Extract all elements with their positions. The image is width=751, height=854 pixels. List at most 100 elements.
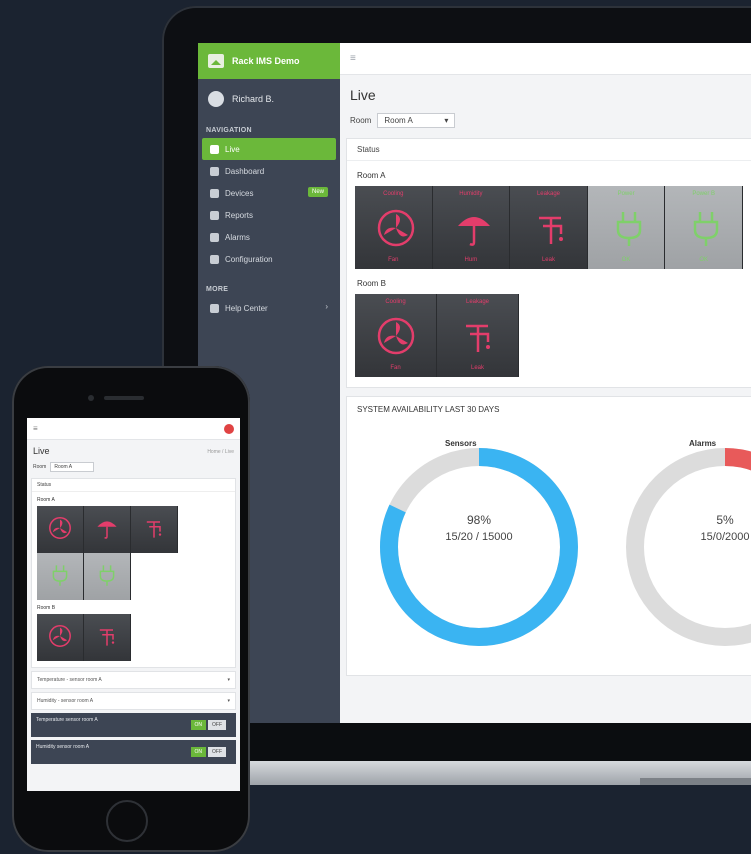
menu-toggle-icon[interactable]: ≡ (350, 53, 356, 64)
room-select-value: Room A (384, 116, 413, 125)
phone-filter-label: Room (33, 464, 47, 470)
tile-caption: OK (621, 257, 631, 263)
gear-icon (210, 254, 219, 264)
status-tile[interactable]: Cooling Fan (355, 186, 433, 269)
status-tile[interactable]: Power OK (587, 186, 666, 269)
phone-camera (88, 395, 94, 401)
top-bar: ≡ (340, 43, 751, 75)
sidebar-item-configuration[interactable]: Configuration (202, 248, 336, 270)
user-name: Richard B. (232, 94, 275, 104)
donut-track (626, 448, 751, 646)
donut-charts (380, 448, 751, 646)
status-tile[interactable]: Cooling Fan (355, 294, 437, 377)
phone-home-button (106, 800, 148, 842)
sidebar-item-devices[interactable]: Devices New (202, 182, 336, 204)
filter-label: Room (350, 116, 372, 125)
sidebar-item-alarms[interactable]: Alarms (202, 226, 336, 248)
sensor-toggle[interactable]: ON OFF (190, 747, 226, 757)
toggle-on[interactable]: ON (190, 747, 206, 757)
phone-status-card: Status Room A Room B (31, 478, 236, 668)
main-content: ≡ Live Room Room A ▾ Status Room A Cooli… (340, 43, 751, 723)
sidebar-item-label: Alarms (225, 232, 250, 242)
status-tile[interactable] (37, 553, 84, 600)
tile-caption: OK (699, 257, 708, 263)
status-tile[interactable] (84, 614, 131, 661)
toggle-on[interactable]: ON (190, 720, 206, 730)
tile-label: Humidity (459, 191, 483, 197)
toggle-off[interactable]: OFF (208, 747, 226, 757)
tile-label: Power (617, 191, 635, 197)
sidebar-item-reports[interactable]: Reports (202, 204, 336, 226)
list-row-label: Humidity - sensor room A (37, 698, 94, 704)
status-tile[interactable]: Leakage Leak (510, 186, 588, 269)
sidebar-item-label: Dashboard (225, 166, 265, 176)
availability-header: SYSTEM AVAILABILITY LAST 30 DAYS (357, 405, 500, 414)
phone-sensor-row: Humidity sensor room A ON OFF (31, 740, 236, 764)
status-tile[interactable]: Humidity Hum (432, 186, 511, 269)
tile-caption: Leak (541, 257, 555, 263)
phone-list-row[interactable]: Humidity - sensor room A ▾ (31, 692, 236, 710)
brand-bar[interactable]: Rack IMS Demo (198, 43, 340, 79)
sensor-toggle[interactable]: ON OFF (190, 720, 226, 730)
tile-label: Leakage (465, 299, 490, 305)
room-select[interactable]: Room A ▾ (377, 113, 456, 128)
devices-icon (210, 188, 219, 198)
laptop-screen: Rack IMS Demo Richard B. NAVIGATION Live… (198, 43, 751, 723)
bell-icon (210, 232, 219, 242)
sidebar-item-label: Configuration (225, 254, 273, 264)
sidebar-item-label: Help Center (225, 303, 268, 313)
page-title: Live (350, 87, 376, 103)
status-card-header: Status (347, 139, 751, 161)
group-title-room-a: Room A (357, 171, 386, 180)
donut-value-alarms: 5% (716, 513, 734, 527)
donut-sensors (380, 448, 578, 646)
availability-card: SYSTEM AVAILABILITY LAST 30 DAYS Sensors… (346, 396, 751, 676)
status-tile[interactable] (37, 506, 84, 553)
menu-icon[interactable]: ≡ (33, 424, 38, 433)
phone-screen: ≡ Live Home / Live Room Room A Status Ro… (27, 418, 240, 791)
sidebar-item-dashboard[interactable]: Dashboard (202, 160, 336, 182)
phone-tile-row-3 (32, 614, 235, 667)
status-tile[interactable] (84, 553, 131, 600)
phone-room-filter: Room Room A (27, 460, 240, 474)
chevron-down-icon: ▾ (444, 116, 449, 125)
room-filter: Room Room A ▾ (340, 109, 751, 132)
laptop-bezel (198, 723, 751, 761)
sidebar-item-live[interactable]: Live (202, 138, 336, 160)
status-tile[interactable] (84, 506, 131, 553)
status-tile[interactable] (37, 614, 84, 661)
phone-page-title: Live (33, 446, 50, 456)
phone-list-row[interactable]: Temperature - sensor room A ▾ (31, 671, 236, 689)
tile-caption: Fan (388, 257, 399, 263)
sidebar-item-label: Devices (225, 188, 254, 198)
chevron-down-icon: ▾ (227, 677, 230, 683)
toggle-off[interactable]: OFF (208, 720, 226, 730)
user-profile[interactable]: Richard B. (198, 79, 340, 119)
group-title-room-b: Room B (357, 279, 386, 288)
status-tile[interactable] (131, 506, 178, 553)
tile-row-room-b: Cooling Fan Leakage Leak (347, 294, 751, 387)
phone-title-row: Live Home / Live (27, 440, 240, 460)
donut-alarms (626, 448, 751, 646)
sidebar-item-label: Live (225, 144, 240, 154)
user-avatar-icon (208, 91, 224, 107)
avatar[interactable] (224, 423, 234, 434)
reports-icon (210, 210, 219, 220)
sidebar-item-label: Reports (225, 210, 254, 220)
phone-speaker (104, 396, 144, 400)
chevron-right-icon: › (325, 302, 328, 311)
dashboard-icon (210, 166, 219, 176)
status-tile[interactable]: Power B OK (665, 186, 743, 269)
brand-name: Rack IMS Demo (232, 56, 300, 66)
phone-breadcrumb[interactable]: Home / Live (207, 446, 234, 456)
logo-icon (208, 54, 224, 68)
phone-top-bar: ≡ (27, 418, 240, 440)
phone-group-title-room-b: Room B (37, 605, 56, 611)
status-tile[interactable]: Leakage Leak (437, 294, 519, 377)
phone-group-title-room-a: Room A (37, 497, 55, 503)
sidebar-item-help[interactable]: Help Center › (202, 297, 336, 319)
phone-tile-row-1 (32, 506, 235, 553)
chevron-down-icon: ▾ (227, 698, 230, 704)
donut-sub-sensors: 15/20 / 15000 (445, 531, 513, 543)
phone-room-select[interactable]: Room A (50, 462, 95, 472)
